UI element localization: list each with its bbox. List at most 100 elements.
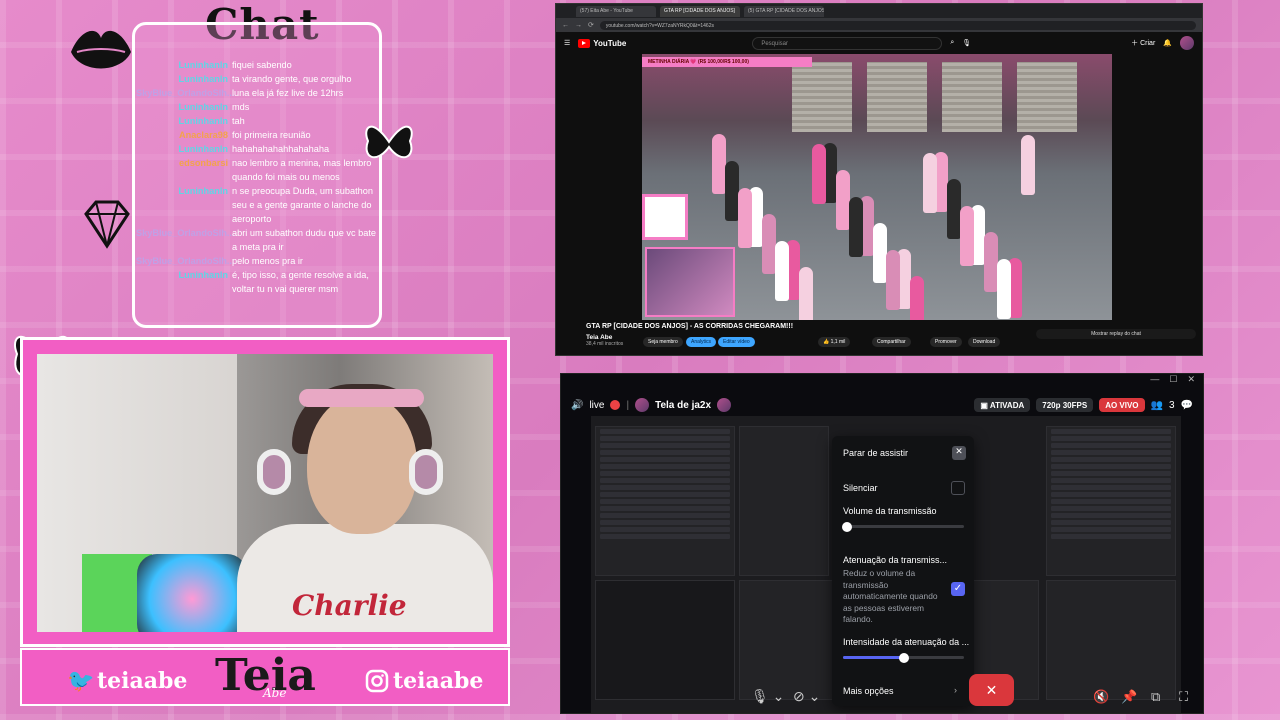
game-character [886,250,900,310]
browser-tab[interactable]: GTA RP [CIDADE DOS ANJOS] [660,5,740,17]
reload-icon[interactable]: ⟳ [588,21,594,29]
panel-row [1051,520,1171,525]
minimize-icon[interactable]: — [1150,374,1159,385]
panel-row [600,520,730,525]
panel-row [600,443,730,448]
panel-row [1051,534,1171,539]
create-button[interactable]: ＋ Criar [1131,38,1155,48]
share-button[interactable]: Compartilhar [872,337,911,347]
close-icon[interactable]: ✕ [1187,374,1195,385]
quality-badge: 720p 30FPS [1036,398,1094,412]
panel-row [600,450,730,455]
address-bar: ← → ⟳ youtube.com/watch?v=WZ7zaNYRkQ0&t=… [556,18,1202,32]
end-stream-button[interactable]: ✕ [969,674,1014,706]
mute-checkbox[interactable] [951,481,965,495]
mute-item[interactable]: Silenciar [843,483,878,493]
youtube-browser-window: (57) Eita Abe - YouTube GTA RP [CIDADE D… [555,3,1203,356]
stop-watching-icon[interactable]: ✕ [952,446,966,460]
chat-message: SkyBlue_OrlandoSlh... abri um subathon du… [136,226,382,254]
analytics-button[interactable]: Analytics [686,337,717,347]
live-dot-icon [610,400,621,410]
game-character [812,144,826,204]
browser-tabbar: (57) Eita Abe - YouTube GTA RP [CIDADE D… [556,4,1202,18]
panel-row [1051,499,1171,504]
chat-username: Luninhanln [178,186,229,196]
more-options-item[interactable]: Mais opções [843,686,894,696]
chat-text: abri um subathon dudu que vc bate a meta… [232,228,377,252]
chevron-right-icon: › [954,685,957,695]
pin-icon[interactable]: 📌 [1121,689,1137,705]
search-input[interactable]: Pesquisar [752,36,943,50]
join-button[interactable]: Seja membro [643,337,683,347]
chat-message: Luninhanln tah [136,114,382,128]
chat-username: Anaclara98 [178,130,228,140]
replay-chat-button[interactable]: Mostrar replay do chat [1036,329,1196,339]
download-button[interactable]: Download [968,337,1001,347]
browser-tab[interactable]: (57) Eita Abe - YouTube [576,5,656,17]
fullscreen-icon[interactable]: ⛶ [1179,689,1188,705]
back-icon[interactable]: ← [562,22,569,29]
video-title: GTA RP [CIDADE DOS ANJOS] - AS CORRIDAS … [586,323,794,330]
edit-video-button[interactable]: Editar vídeo [718,337,755,347]
attenuation-label[interactable]: Atenuação da transmiss... [843,555,947,565]
attenuation-checkbox[interactable]: ✓ [951,582,965,596]
stop-watching-item[interactable]: Parar de assistir [843,448,908,458]
chat-text: mds [232,102,250,112]
video-player[interactable]: METINHA DIÁRIA 💗 (R$ 100,00/R$ 100,00) [642,54,1112,320]
speaker-icon[interactable]: 🔊 [571,400,583,411]
chat-username: Luninhanln [178,102,229,112]
attenuation-intensity-slider[interactable] [843,652,964,663]
chat-bubble-icon[interactable]: 💬 [1181,400,1193,411]
popout-icon[interactable]: ⧉ [1151,689,1160,705]
mic-icon[interactable]: 🎙 [962,39,971,47]
butterfly-icon [365,125,413,159]
chat-message: Luninhanln ta virando gente, que orgulho [136,72,382,86]
panel-row [1051,436,1171,441]
bell-icon[interactable]: 🔔 [1163,39,1172,47]
channel-info[interactable]: Teia Abe 38,4 mil inscritos [586,334,623,347]
game-character [1021,135,1035,195]
forward-icon[interactable]: → [575,22,582,29]
chat-text: fiquei sabendo [232,60,292,70]
maximize-icon[interactable]: ☐ [1169,374,1177,385]
panel-row [1051,506,1171,511]
stream-volume-label: Volume da transmissão [843,506,937,516]
menu-icon[interactable]: ☰ [564,39,570,47]
attenuation-intensity-label: Intensidade da atenuação da ... [843,637,970,647]
panel-row [600,485,730,490]
volume-mute-icon[interactable]: 🔇 [1093,689,1109,705]
twitter-handle: 🐦 teiaabe [67,668,188,694]
youtube-logo[interactable]: YouTube [578,38,626,48]
game-character [775,241,789,301]
viewers-icon[interactable]: 👥 [1151,400,1163,411]
chat-text: pelo menos pra ir [232,256,303,266]
discord-stream-window: — ☐ ✕ 🔊 live | Tela de ja2x ▣ ATIVADA 72… [560,373,1204,714]
window-controls: — ☐ ✕ [1150,374,1195,385]
like-button[interactable]: 👍 1,1 mil [818,337,851,347]
account-avatar[interactable] [1180,36,1194,50]
chat-text: foi primeira reunião [232,130,311,140]
game-character [873,223,887,283]
panel-row [1051,471,1171,476]
panel-row [600,471,730,476]
url-field[interactable]: youtube.com/watch?v=WZ7zaNYRkQ0&t=1462s [599,20,1196,30]
mic-control-icon[interactable]: 🎙 ⌄ [751,688,784,705]
attenuation-description: Reduz o volume da transmissão automatica… [843,568,938,625]
twitter-icon: 🐦 [67,668,95,694]
camera-off-icon[interactable]: ⊘ ⌄ [793,688,820,705]
chat-text: luna ela já fez live de 12hrs [232,88,344,98]
active-badge: ▣ ATIVADA [974,398,1031,412]
panel-row [600,492,730,497]
panel-row [600,478,730,483]
panel-row [600,464,730,469]
game-character [947,179,961,239]
game-character [960,206,974,266]
game-character [725,161,739,221]
streamer-logo: Teia Abe [215,650,316,701]
promote-button[interactable]: Promover [930,337,962,347]
search-icon[interactable]: ⌕ [950,39,954,47]
stream-volume-slider[interactable] [841,521,964,532]
panel-row [1051,464,1171,469]
effects-panel [1046,426,1176,576]
browser-tab[interactable]: (5) GTA RP [CIDADE DOS ANJOS] [744,5,824,17]
